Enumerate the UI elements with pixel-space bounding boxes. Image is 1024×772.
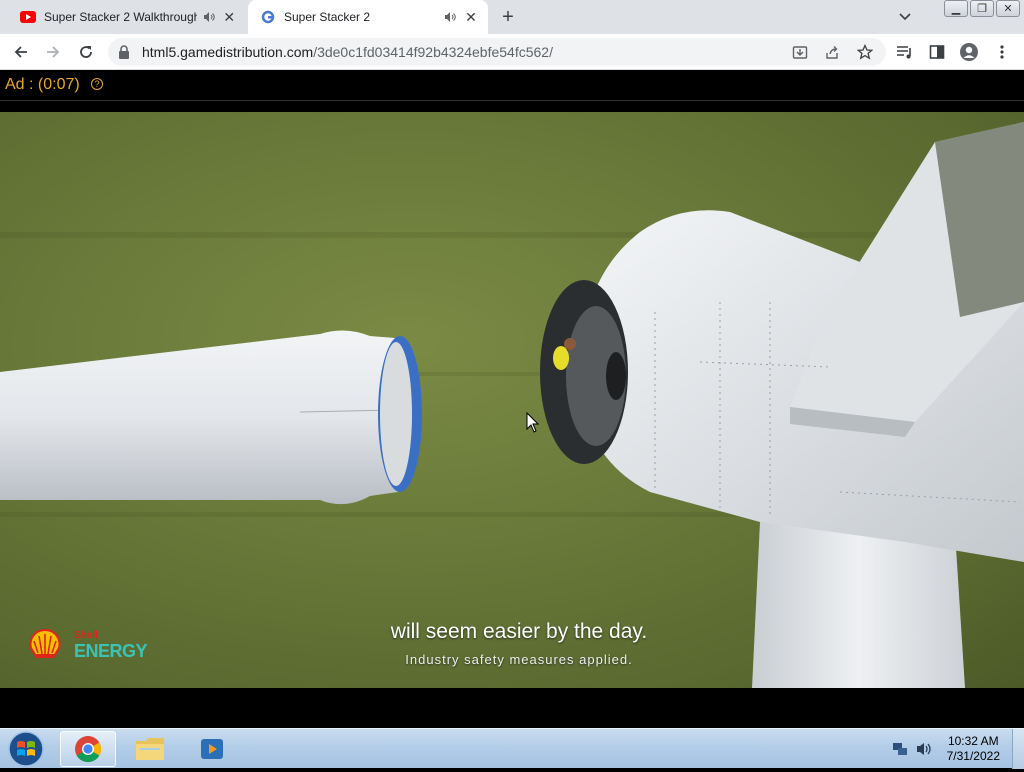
back-icon[interactable] (9, 40, 33, 64)
media-player-icon (201, 739, 223, 759)
window-controls: ▁ ❐ ✕ (942, 0, 1020, 18)
tab-audio-icon[interactable] (442, 9, 458, 25)
show-desktop-button[interactable] (1012, 729, 1024, 769)
turbine-scene (0, 122, 1024, 688)
ad-bar: Ad : (0:07) ? (0, 70, 1024, 100)
url-text: html5.gamedistribution.com/3de0c1fd03414… (142, 44, 553, 60)
network-icon[interactable] (892, 741, 908, 757)
minimize-button[interactable]: ▁ (944, 0, 968, 17)
start-button[interactable] (6, 731, 46, 767)
turbine-blade (0, 330, 398, 505)
tab-super-stacker[interactable]: Super Stacker 2 ✕ (248, 0, 488, 34)
close-window-button[interactable]: ✕ (996, 0, 1020, 17)
tab-walkthrough[interactable]: Super Stacker 2 Walkthrough ✕ (8, 0, 246, 34)
menu-icon[interactable] (990, 40, 1014, 64)
media-control-icon[interactable] (893, 40, 917, 64)
restore-button[interactable]: ❐ (970, 0, 994, 17)
ad-help-icon[interactable]: ? (91, 78, 103, 90)
lock-icon[interactable] (118, 45, 130, 64)
clock-time: 10:32 AM (947, 734, 999, 748)
taskbar-explorer[interactable] (122, 731, 178, 767)
blade-root-face (380, 342, 412, 486)
volume-icon[interactable] (916, 741, 932, 757)
tab-audio-icon[interactable] (201, 9, 217, 25)
star-icon[interactable] (853, 40, 877, 64)
video-caption: will seem easier by the day. (390, 620, 648, 643)
taskbar-media-player[interactable] (184, 731, 240, 767)
browser-toolbar: html5.gamedistribution.com/3de0c1fd03414… (0, 34, 1024, 70)
hub-shaft (606, 352, 626, 400)
ad-divider (0, 100, 1024, 101)
reload-icon[interactable] (74, 40, 98, 64)
video-ad[interactable]: Shell ENERGY will seem easier by the day… (0, 112, 1024, 688)
clock-date: 7/31/2022 (946, 749, 1000, 763)
install-icon[interactable] (788, 40, 812, 64)
worker-head (564, 338, 576, 350)
forward-icon[interactable] (41, 40, 65, 64)
video-disclaimer: Industry safety measures applied. (405, 652, 633, 667)
address-bar[interactable]: html5.gamedistribution.com/3de0c1fd03414… (108, 38, 886, 66)
worker-vest (553, 346, 569, 370)
url-host: html5.gamedistribution.com (142, 44, 314, 60)
gamedistribution-icon (260, 9, 276, 25)
url-path: /3de0c1fd03414f92b4324ebfe54fc562/ (313, 44, 553, 60)
tab-close-icon[interactable]: ✕ (462, 8, 480, 26)
chrome-icon (75, 736, 102, 763)
tab-title: Super Stacker 2 Walkthrough (44, 10, 197, 24)
new-tab-button[interactable]: + (496, 6, 520, 28)
tab-close-icon[interactable]: ✕ (220, 8, 238, 26)
clock[interactable]: 10:32 AM 7/31/2022 (947, 734, 1000, 764)
profile-icon[interactable] (957, 40, 981, 64)
youtube-icon (20, 9, 36, 25)
tab-search-icon[interactable] (894, 7, 916, 27)
tab-title: Super Stacker 2 (284, 10, 371, 24)
mouse-cursor-icon (526, 412, 540, 433)
windows-logo-icon (8, 731, 44, 767)
share-icon[interactable] (820, 40, 844, 64)
side-panel-icon[interactable] (925, 40, 949, 64)
taskbar-chrome[interactable] (60, 731, 116, 767)
video-letterbox (0, 688, 1024, 728)
taskbar: 10:32 AM 7/31/2022 (0, 728, 1024, 769)
ad-countdown-label: Ad : (0:07) (5, 76, 80, 93)
tab-strip: Super Stacker 2 Walkthrough ✕ Super Stac… (0, 0, 1024, 34)
file-explorer-icon (136, 738, 164, 760)
